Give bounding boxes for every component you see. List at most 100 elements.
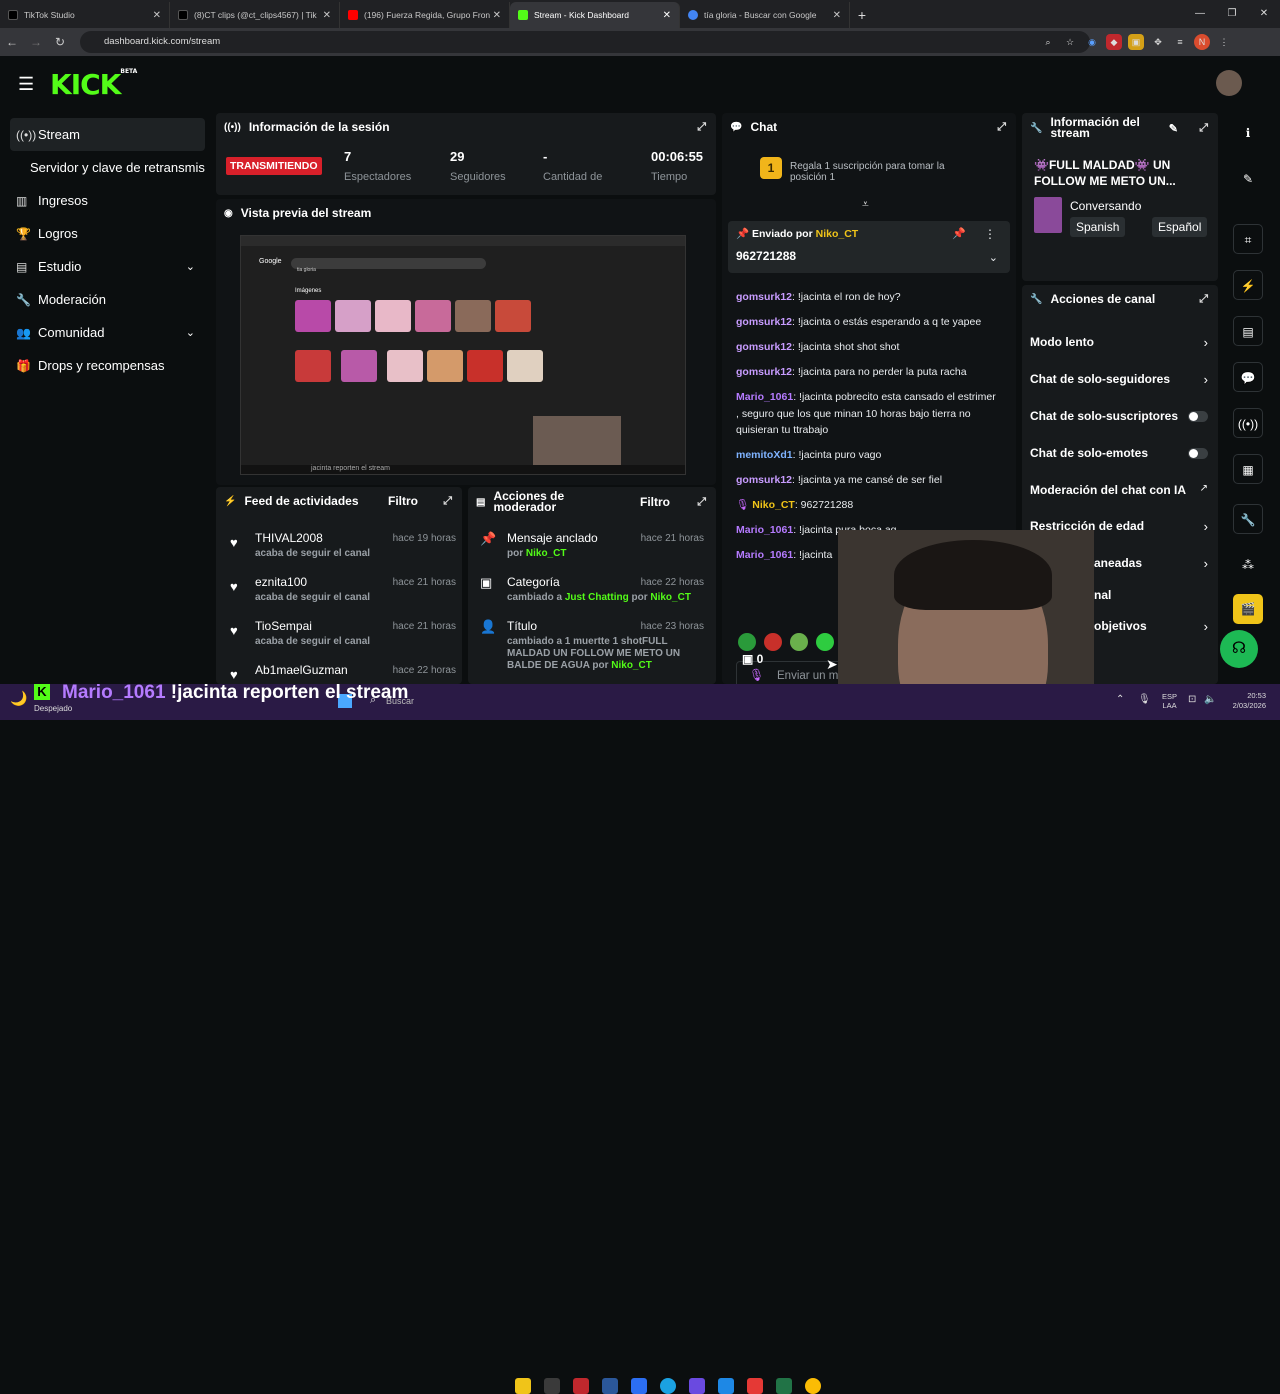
user-avatar[interactable] xyxy=(1216,70,1242,96)
media-icon[interactable]: ≡ xyxy=(1172,34,1188,50)
popout-icon[interactable]: ⤢ xyxy=(443,495,452,508)
feed-item: ♥ eznita100 hace 21 horas acaba de seguir e… xyxy=(230,575,456,603)
app-icon[interactable] xyxy=(747,1378,763,1394)
popout-icon[interactable]: ⤢ xyxy=(1199,122,1208,135)
action-followers-only[interactable]: Chat de solo-seguidores › xyxy=(1022,372,1218,392)
puzzle-icon[interactable]: ✥ xyxy=(1150,34,1166,50)
close-icon[interactable]: ✕ xyxy=(493,10,501,21)
close-icon[interactable]: ✕ xyxy=(833,10,841,21)
sidebar-item-ingresos[interactable]: ▥ Ingresos xyxy=(10,184,205,217)
emote-icon[interactable] xyxy=(764,633,782,651)
app-icon[interactable] xyxy=(718,1378,734,1394)
support-headset-button[interactable]: ☊ xyxy=(1220,630,1258,668)
rail-wrench-icon[interactable]: 🔧 xyxy=(1233,504,1263,534)
rail-lightning-icon[interactable]: ⚡ xyxy=(1233,270,1263,300)
forward-icon[interactable]: → xyxy=(24,35,48,49)
app-icon[interactable] xyxy=(689,1378,705,1394)
close-icon[interactable]: ✕ xyxy=(153,10,161,21)
rail-screenshot-icon[interactable]: ⌗ xyxy=(1233,224,1263,254)
emote-icon[interactable] xyxy=(738,633,756,651)
zoom-icon[interactable]: ⌕ xyxy=(1040,34,1056,50)
adblock-icon[interactable]: ◆ xyxy=(1106,34,1122,50)
tag-chip[interactable]: Español xyxy=(1152,217,1208,237)
file-explorer-icon[interactable] xyxy=(515,1378,531,1394)
more-dots-icon[interactable]: ⋮ xyxy=(984,227,996,241)
app-icon[interactable] xyxy=(631,1378,647,1394)
sidebar-item-estudio[interactable]: ▤ Estudio ⌄ xyxy=(10,250,205,283)
close-icon[interactable]: ✕ xyxy=(323,10,331,21)
category-name[interactable]: Conversando xyxy=(1070,199,1141,213)
reload-icon[interactable]: ↻ xyxy=(48,35,72,49)
stream-info-panel: 🔧 Información del stream ✎ ⤢ 👾FULL MALDAD👾 … xyxy=(1022,113,1218,281)
edge-icon[interactable] xyxy=(660,1378,676,1394)
network-icon[interactable]: ⊡ xyxy=(1188,694,1196,705)
tab-tiktok-studio[interactable]: TikTok Studio ✕ xyxy=(0,2,170,28)
back-icon[interactable]: ← xyxy=(0,35,24,49)
word-icon[interactable] xyxy=(602,1378,618,1394)
tab-google-search[interactable]: tía gloria - Buscar con Google ✕ xyxy=(680,2,850,28)
subscribers-only-toggle[interactable] xyxy=(1188,411,1208,422)
url-field[interactable]: dashboard.kick.com/stream xyxy=(80,31,1090,53)
unpin-icon[interactable]: 📌 xyxy=(952,227,966,240)
minimize-icon[interactable]: — xyxy=(1184,0,1216,28)
new-tab-button[interactable]: + xyxy=(850,2,874,28)
rail-clapper-icon[interactable]: 🎬 xyxy=(1233,594,1263,624)
tab-kick-dashboard[interactable]: Stream - Kick Dashboard ✕ xyxy=(510,2,680,28)
tab-youtube[interactable]: (196) Fuerza Regida, Grupo Fron ✕ xyxy=(340,2,510,28)
close-icon[interactable]: ✕ xyxy=(663,10,671,21)
language-indicator[interactable]: ESP LAA xyxy=(1162,692,1177,710)
amount-label: Cantidad de xyxy=(543,171,603,183)
popout-icon[interactable]: ⤢ xyxy=(1199,293,1208,306)
emotes-only-toggle[interactable] xyxy=(1188,448,1208,459)
sidebar-item-comunidad[interactable]: 👥 Comunidad ⌄ xyxy=(10,316,205,349)
edit-pencil-icon[interactable]: ✎ xyxy=(1233,164,1263,194)
maximize-icon[interactable]: ❐ xyxy=(1216,0,1248,28)
tab-ct-clips[interactable]: (8)CT clips (@ct_clips4567) | Tik ✕ xyxy=(170,2,340,28)
extension-icon[interactable]: ◉ xyxy=(1084,34,1100,50)
tray-expand-icon[interactable]: ⌃ xyxy=(1116,694,1124,705)
sidebar-item-drops[interactable]: 🎁 Drops y recompensas xyxy=(10,349,205,382)
close-window-icon[interactable]: ✕ xyxy=(1248,0,1280,28)
chat-settings-icon[interactable]: ⩡ xyxy=(862,197,869,212)
chevron-down-icon[interactable]: ⌄ xyxy=(989,251,998,264)
kick-logo[interactable]: KICKBETA xyxy=(50,68,137,101)
app-icon[interactable] xyxy=(544,1378,560,1394)
mic-tray-icon[interactable]: 🎙 xyxy=(1138,694,1151,705)
tag-chip[interactable]: Spanish xyxy=(1070,217,1126,237)
excel-icon[interactable] xyxy=(776,1378,792,1394)
popout-icon[interactable]: ⤢ xyxy=(697,121,706,134)
bookmark-star-icon[interactable]: ☆ xyxy=(1062,34,1078,50)
sidebar-item-logros[interactable]: 🏆 Logros xyxy=(10,217,205,250)
gift-sub-prompt[interactable]: Regala 1 suscripción para tomar la posic… xyxy=(790,161,980,183)
popout-icon[interactable]: ⤢ xyxy=(697,496,706,509)
sidebar-item-server-key[interactable]: Servidor y clave de retransmisión xyxy=(10,151,205,184)
chrome-icon[interactable] xyxy=(805,1378,821,1394)
action-ai-moderation[interactable]: Moderación del chat con IA ↗ xyxy=(1022,483,1218,503)
category-thumbnail[interactable] xyxy=(1034,197,1062,233)
rail-share-icon[interactable]: ⁂ xyxy=(1233,550,1263,580)
clock[interactable]: 20:53 2/03/2026 xyxy=(1226,691,1266,711)
rail-layout-icon[interactable]: ▦ xyxy=(1233,454,1263,484)
edit-pencil-icon[interactable]: ✎ xyxy=(1169,122,1178,135)
filter-button[interactable]: Filtro xyxy=(640,495,670,509)
emote-icon[interactable] xyxy=(816,633,834,651)
menu-dots-icon[interactable]: ⋮ xyxy=(1216,34,1232,50)
rail-document-icon[interactable]: ▤ xyxy=(1233,316,1263,346)
extension-icon[interactable]: ▣ xyxy=(1128,34,1144,50)
filter-button[interactable]: Filtro xyxy=(388,494,418,508)
weather-widget[interactable]: 🌙 xyxy=(10,690,27,707)
info-icon[interactable]: ℹ xyxy=(1233,118,1263,148)
sidebar-item-moderacion[interactable]: 🔧 Moderación xyxy=(10,283,205,316)
action-slow-mode[interactable]: Modo lento › xyxy=(1022,335,1218,355)
rail-chat-icon[interactable]: 💬 xyxy=(1233,362,1263,392)
app-icon[interactable] xyxy=(573,1378,589,1394)
volume-icon[interactable]: 🔈 xyxy=(1204,694,1216,705)
stream-preview-video[interactable]: Google tia gloria Imágenes jacinta repor… xyxy=(240,235,686,475)
sidebar-item-stream[interactable]: ((•)) Stream xyxy=(10,118,205,151)
hamburger-menu-icon[interactable]: ☰ xyxy=(18,74,34,95)
popout-icon[interactable]: ⤢ xyxy=(997,121,1006,134)
emote-icon[interactable] xyxy=(790,633,808,651)
rail-broadcast-icon[interactable]: ((•)) xyxy=(1233,408,1263,438)
profile-icon[interactable]: N xyxy=(1194,34,1210,50)
wrench-icon: 🔧 xyxy=(16,292,31,307)
